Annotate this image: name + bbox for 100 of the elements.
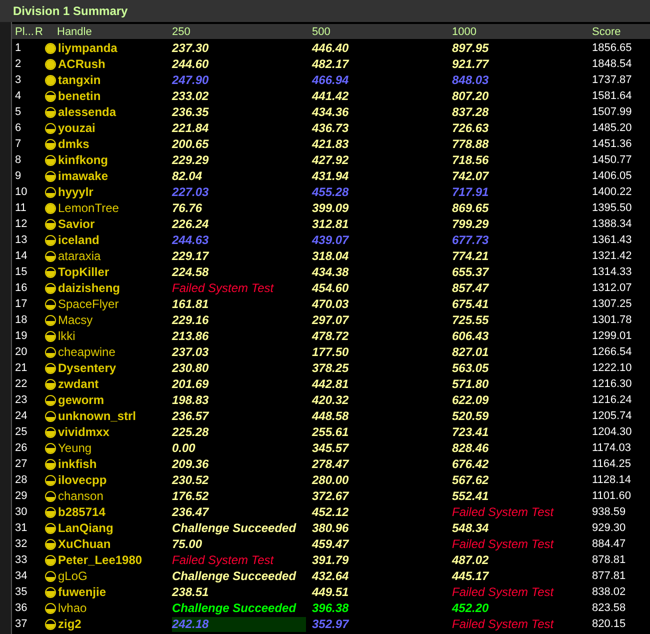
table-cell-text: 36 xyxy=(15,602,28,614)
table-cell-text: 28 xyxy=(15,474,28,486)
table-cell-text: SpaceFlyer xyxy=(57,297,120,311)
column-header[interactable]: 1000 xyxy=(452,26,592,38)
table-cell-text: 1485.20 xyxy=(592,122,633,134)
table-cell-text: geworm xyxy=(57,393,106,407)
table-cell: 244.60 xyxy=(172,57,209,71)
table-cell-text: 1856.65 xyxy=(592,42,633,54)
table-cell: 225.28 xyxy=(172,425,209,439)
table-cell: 455.28 xyxy=(312,185,349,199)
table-cell-text: 1101.60 xyxy=(592,490,632,502)
table-cell: 244.63 xyxy=(172,233,209,247)
table-cell-text: lkki xyxy=(57,329,76,343)
table-cell-text: 1 xyxy=(15,42,22,54)
table-cell-text: 31 xyxy=(15,522,28,534)
table-cell: 224.58 xyxy=(172,265,209,279)
table-cell-text: 1205.74 xyxy=(592,410,633,422)
table-cell-text: 1388.34 xyxy=(592,218,633,230)
table-cell: 230.80 xyxy=(172,361,209,375)
table-cell: 227.03 xyxy=(172,185,209,199)
table-cell: 552.41 xyxy=(452,489,489,503)
table-cell-text: 2 xyxy=(15,58,22,70)
table-cell-text: inkfish xyxy=(57,457,98,471)
table-cell: 391.79 xyxy=(312,553,349,567)
table-cell: Failed System Test xyxy=(452,585,554,599)
table-cell-text: 19 xyxy=(15,330,28,342)
table-cell: 201.69 xyxy=(172,377,209,391)
table-cell-text: youzai xyxy=(57,121,96,135)
table-cell-text: 1307.25 xyxy=(592,298,633,310)
table-cell: Challenge Succeeded xyxy=(172,601,296,615)
table-cell-text: 9 xyxy=(15,170,22,182)
table-cell: 442.81 xyxy=(312,377,349,391)
table-cell-text: benetin xyxy=(57,89,102,103)
table-cell-text: 27 xyxy=(15,458,28,470)
table-cell-text: zig2 xyxy=(57,617,82,631)
table-cell-text: cheapwine xyxy=(57,345,116,359)
table-cell: 571.80 xyxy=(452,377,489,391)
column-header[interactable]: 500 xyxy=(312,26,452,38)
table-cell-text: 11 xyxy=(15,202,28,214)
table-cell: 676.42 xyxy=(452,457,489,471)
table-cell-text: 33 xyxy=(15,554,28,566)
table-cell: 233.02 xyxy=(172,89,209,103)
table-cell: 675.41 xyxy=(452,297,489,311)
table-cell-text: dmks xyxy=(57,137,90,151)
table-cell: 177.50 xyxy=(312,345,349,359)
table-cell: 466.94 xyxy=(312,73,349,87)
table-cell: 237.30 xyxy=(172,41,209,55)
table-cell-text: 25 xyxy=(15,426,28,438)
table-cell: 76.76 xyxy=(172,201,202,215)
table-cell: 280.00 xyxy=(312,473,349,487)
table-cell: 421.83 xyxy=(312,137,349,151)
table-cell: 213.86 xyxy=(172,329,209,343)
table-cell-text: 1361.43 xyxy=(592,234,633,246)
table-cell-text: 1299.01 xyxy=(592,330,633,342)
table-cell-text: iceland xyxy=(57,233,100,247)
table-cell: 236.35 xyxy=(172,105,209,119)
table-cell: 434.38 xyxy=(312,265,349,279)
table-cell-text: 1406.05 xyxy=(592,170,633,182)
table-cell: 718.56 xyxy=(452,153,489,167)
table-cell-text: 24 xyxy=(15,410,28,422)
table-cell: Failed System Test xyxy=(452,537,554,551)
table-cell: 297.07 xyxy=(312,313,349,327)
table-cell-text: 29 xyxy=(15,490,28,502)
table-cell: 345.57 xyxy=(312,441,349,455)
column-header[interactable]: R xyxy=(35,26,57,38)
table-cell-text: 1314.33 xyxy=(592,266,633,278)
table-cell-text: 14 xyxy=(15,250,28,262)
table-cell: 399.09 xyxy=(312,201,349,215)
table-cell-text: 20 xyxy=(15,346,28,358)
table-cell-text: 1581.64 xyxy=(592,90,633,102)
table-cell-text: 823.58 xyxy=(592,602,627,614)
table-cell: 431.94 xyxy=(312,169,349,183)
table-cell: 161.81 xyxy=(172,297,209,311)
column-header[interactable]: Pl... xyxy=(15,26,35,38)
table-cell: 567.62 xyxy=(452,473,489,487)
table-cell: 778.88 xyxy=(452,137,489,151)
table-cell-text: 1737.87 xyxy=(592,74,633,86)
table-cell: 452.20 xyxy=(452,601,489,615)
table-cell-text: hyyylr xyxy=(57,185,94,199)
table-cell-text: Yeung xyxy=(57,441,93,455)
table-cell-text: 10 xyxy=(15,186,28,198)
table-cell-text: 1848.54 xyxy=(592,58,633,70)
table-cell: 717.91 xyxy=(452,185,489,199)
table-cell-text: 6 xyxy=(15,122,22,134)
table-cell-text: 35 xyxy=(15,586,28,598)
column-header[interactable]: 250 xyxy=(172,26,312,38)
table-cell-text: LanQiang xyxy=(57,521,114,535)
table-cell: 921.77 xyxy=(452,57,489,71)
table-cell: 726.63 xyxy=(452,121,489,135)
table-cell-text: 1507.99 xyxy=(592,106,633,118)
table-cell-text: zwdant xyxy=(57,377,100,391)
column-header[interactable]: Handle xyxy=(57,26,172,38)
table-cell: 432.64 xyxy=(312,569,349,583)
table-cell: 237.03 xyxy=(172,345,209,359)
table-cell: 478.72 xyxy=(312,329,349,343)
table-cell: 238.51 xyxy=(172,585,209,599)
column-header[interactable]: Score xyxy=(592,26,650,38)
table-cell-text: ACRush xyxy=(57,57,106,71)
table-cell-text: 838.02 xyxy=(592,586,627,598)
table-cell-text: 1450.77 xyxy=(592,154,633,166)
